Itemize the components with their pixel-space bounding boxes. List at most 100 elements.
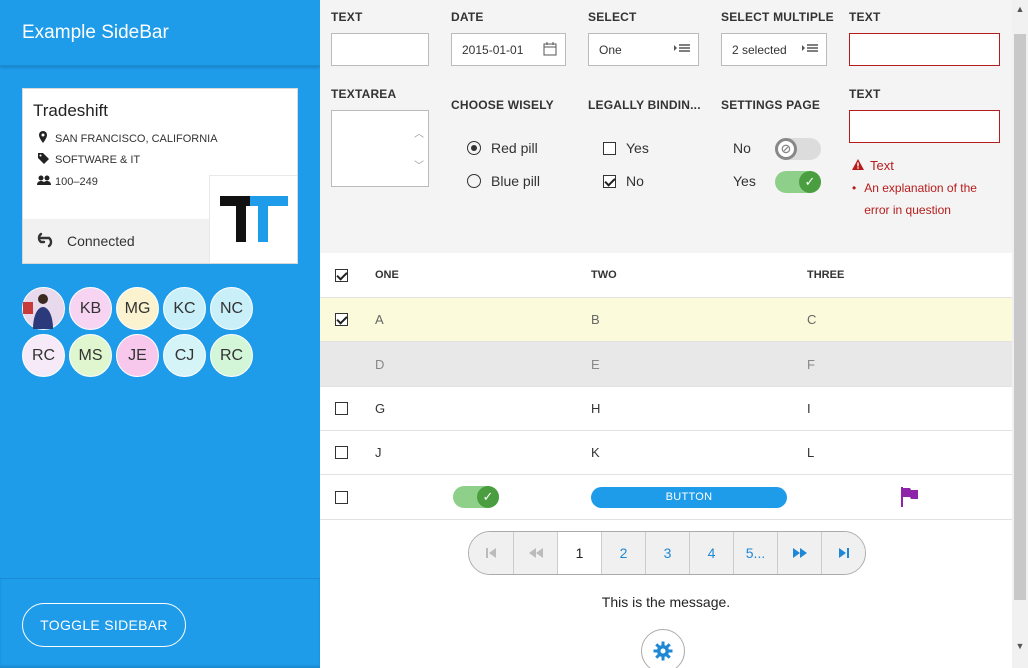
column-header-one[interactable]: ONE bbox=[375, 253, 399, 297]
legal-label: LEGALLY BINDIN... bbox=[588, 98, 701, 112]
checkbox-checked-icon[interactable] bbox=[335, 268, 348, 282]
connection-status: Connected bbox=[23, 219, 211, 263]
scrollbar-thumb[interactable] bbox=[1014, 34, 1026, 600]
page-scrollbar[interactable]: ▲ ▼ bbox=[1012, 0, 1028, 668]
first-page-icon[interactable] bbox=[469, 532, 513, 574]
select-dropdown[interactable]: One bbox=[588, 33, 699, 66]
page-1[interactable]: 1 bbox=[557, 532, 601, 574]
avatar[interactable]: KC bbox=[163, 287, 206, 330]
radio-unchecked-icon[interactable] bbox=[467, 174, 481, 188]
radio-blue-label: Blue pill bbox=[491, 173, 541, 189]
row-checkbox[interactable] bbox=[335, 298, 348, 341]
page-4[interactable]: 4 bbox=[689, 532, 733, 574]
error-title-text: Text bbox=[870, 158, 894, 173]
select-all-checkbox[interactable] bbox=[335, 253, 348, 297]
text-input[interactable] bbox=[331, 33, 429, 66]
row-checkbox[interactable] bbox=[335, 431, 348, 474]
avatar-initials: RC bbox=[31, 346, 56, 364]
avatar[interactable]: JE bbox=[116, 334, 159, 377]
checkbox-unchecked-icon[interactable] bbox=[335, 402, 348, 415]
text-label: TEXT bbox=[331, 10, 363, 24]
toggle-on[interactable]: ✓ bbox=[775, 171, 821, 193]
row-toggle[interactable]: ✓ bbox=[453, 475, 499, 519]
toggle-check-icon: ✓ bbox=[477, 486, 499, 508]
text-error-label: TEXT bbox=[849, 10, 881, 24]
select-multiple-dropdown[interactable]: 2 selected bbox=[721, 33, 827, 66]
avatar[interactable]: KB bbox=[69, 287, 112, 330]
table-cell: A bbox=[375, 312, 384, 327]
connected-icon bbox=[35, 230, 55, 253]
error-list-item: • An explanation of the error in questio… bbox=[852, 177, 992, 221]
tag-icon bbox=[37, 153, 49, 167]
scroll-up-arrow-icon[interactable]: ▲ bbox=[1012, 0, 1028, 17]
last-page-icon[interactable] bbox=[821, 532, 865, 574]
company-card[interactable]: Tradeshift SAN FRANCISCO, CALIFORNIA SOF… bbox=[22, 88, 298, 264]
previous-pages-icon[interactable] bbox=[513, 532, 557, 574]
radio-blue-pill[interactable]: Blue pill bbox=[467, 173, 540, 189]
text2-error-input[interactable] bbox=[849, 110, 1000, 143]
table-row[interactable]: J K L bbox=[320, 431, 1012, 475]
column-header-three[interactable]: THREE bbox=[807, 253, 844, 297]
scroll-up-icon[interactable]: ︿ bbox=[414, 125, 424, 140]
checkbox-no[interactable]: No bbox=[603, 173, 644, 189]
radio-checked-icon[interactable] bbox=[467, 141, 481, 155]
checkbox-checked-icon[interactable] bbox=[335, 313, 348, 326]
toggle-off[interactable]: ⊘ bbox=[775, 138, 821, 160]
table-row-controls[interactable]: ✓ BUTTON bbox=[320, 475, 1012, 520]
avatar[interactable]: NC bbox=[210, 287, 253, 330]
avatar[interactable]: MS bbox=[69, 334, 112, 377]
textarea-input[interactable]: ︿ ﹀ bbox=[331, 110, 429, 187]
toggle-sidebar-button[interactable]: TOGGLE SIDEBAR bbox=[22, 603, 186, 647]
scroll-down-icon[interactable]: ﹀ bbox=[414, 157, 424, 172]
row-checkbox[interactable] bbox=[335, 387, 348, 430]
company-industry: SOFTWARE & IT bbox=[37, 153, 140, 167]
company-location: SAN FRANCISCO, CALIFORNIA bbox=[37, 131, 218, 146]
text-error-input[interactable] bbox=[849, 33, 1000, 66]
list-icon bbox=[674, 42, 690, 57]
error-item-text: An explanation of the error in question bbox=[864, 181, 977, 217]
avatar[interactable]: MG bbox=[116, 287, 159, 330]
radio-red-pill[interactable]: Red pill bbox=[467, 140, 538, 156]
avatar[interactable]: RC bbox=[210, 334, 253, 377]
table-row-disabled: D E F bbox=[320, 342, 1012, 387]
calendar-icon[interactable] bbox=[543, 42, 557, 59]
page-2[interactable]: 2 bbox=[601, 532, 645, 574]
table-cell: B bbox=[591, 312, 600, 327]
column-header-two[interactable]: TWO bbox=[591, 253, 617, 297]
table-header: ONE TWO THREE bbox=[320, 253, 1012, 298]
flag-icon[interactable] bbox=[901, 475, 919, 519]
avatar[interactable]: CJ bbox=[163, 334, 206, 377]
pagination: 1 2 3 4 5... bbox=[468, 531, 866, 575]
page-3[interactable]: 3 bbox=[645, 532, 689, 574]
toggle-on[interactable]: ✓ bbox=[453, 486, 499, 508]
settings-gear-icon[interactable] bbox=[641, 629, 685, 668]
avatar-initials: RC bbox=[219, 346, 244, 364]
select-multiple-value: 2 selected bbox=[732, 42, 787, 57]
textarea-label: TEXTAREA bbox=[331, 87, 397, 101]
avatar-initials: KC bbox=[173, 299, 196, 317]
company-size-text: 100–249 bbox=[55, 175, 98, 188]
checkbox-unchecked-icon[interactable] bbox=[335, 446, 348, 459]
map-pin-icon bbox=[37, 131, 49, 146]
checkbox-yes[interactable]: Yes bbox=[603, 140, 649, 156]
checkbox-unchecked-icon[interactable] bbox=[603, 141, 616, 155]
checkbox-no-label: No bbox=[626, 173, 644, 189]
checkbox-checked-icon[interactable] bbox=[603, 174, 616, 188]
users-icon bbox=[37, 175, 51, 188]
table-button[interactable]: BUTTON bbox=[591, 486, 787, 508]
toggle-check-icon: ✓ bbox=[799, 171, 821, 193]
scroll-down-arrow-icon[interactable]: ▼ bbox=[1012, 637, 1028, 654]
select-label: SELECT bbox=[588, 10, 637, 24]
next-pages-icon[interactable] bbox=[777, 532, 821, 574]
page-5[interactable]: 5... bbox=[733, 532, 777, 574]
table-row[interactable]: G H I bbox=[320, 387, 1012, 431]
table-row[interactable]: A B C bbox=[320, 298, 1012, 342]
radio-red-label: Red pill bbox=[491, 140, 538, 156]
avatar-photo[interactable] bbox=[22, 287, 65, 330]
avatar[interactable]: RC bbox=[22, 334, 65, 377]
date-input[interactable]: 2015-01-01 bbox=[451, 33, 566, 66]
checkbox-unchecked-icon[interactable] bbox=[335, 490, 348, 504]
row-checkbox[interactable] bbox=[335, 475, 348, 519]
table-cell: C bbox=[807, 312, 817, 327]
main-content: TEXT DATE 2015-01-01 SELECT One SELECT M… bbox=[320, 0, 1012, 668]
